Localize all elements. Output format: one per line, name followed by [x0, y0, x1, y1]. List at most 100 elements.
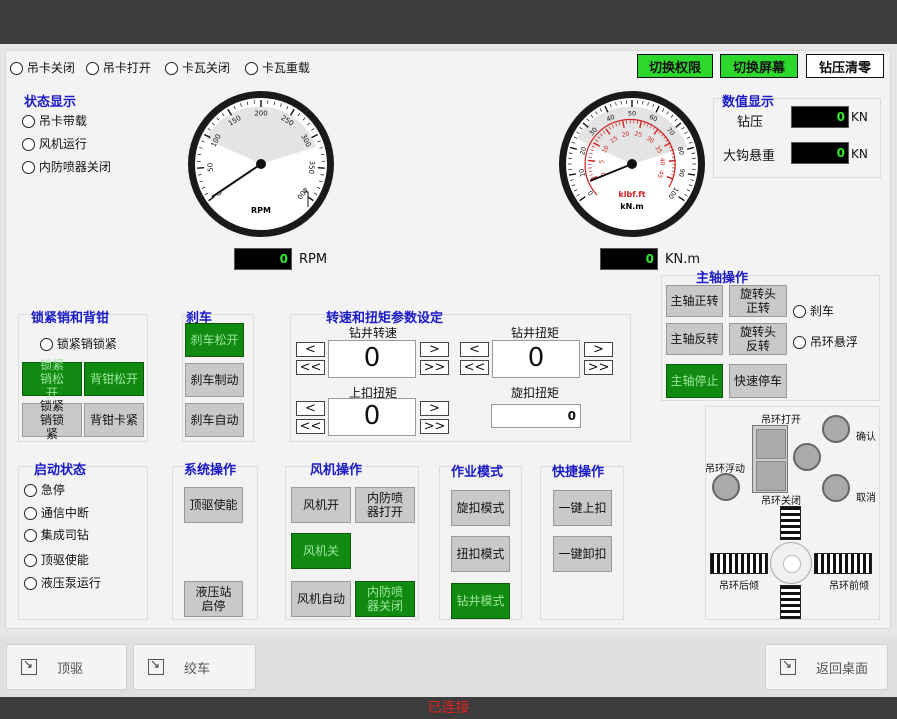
joystick-left-bar[interactable] — [710, 553, 768, 574]
numeric-display-title: 数值显示 — [722, 95, 775, 110]
torque-dec-fast-button[interactable]: << — [460, 360, 489, 375]
torque-unit-klbf: klbf.ft — [618, 190, 645, 199]
torque-inc-button[interactable]: > — [584, 342, 613, 357]
spindle-reverse-button[interactable]: 主轴反转 — [666, 323, 723, 355]
window-icon — [21, 657, 37, 675]
ring-forward-label: 吊环前倾 — [829, 581, 869, 592]
work-mode-title: 作业模式 — [451, 465, 504, 480]
fan-off-button[interactable]: 风机关 — [291, 533, 351, 569]
center-button[interactable] — [793, 443, 821, 471]
joystick[interactable] — [770, 542, 812, 584]
spin-mode-button[interactable]: 旋扣模式 — [451, 490, 510, 526]
radio-icon — [793, 336, 806, 349]
joystick-down-bar[interactable] — [780, 585, 801, 619]
start-status-item: 液压泵运行 — [24, 574, 101, 591]
makeup-dec-button[interactable]: < — [296, 401, 325, 416]
cancel-button[interactable] — [822, 474, 850, 502]
fan-on-button[interactable]: 风机开 — [291, 487, 351, 523]
ibop-close-button[interactable]: 内防喷器关闭 — [355, 581, 415, 617]
indicator-icon — [24, 577, 37, 590]
radio-hook-close[interactable]: 吊卡关闭 — [10, 59, 75, 76]
backup-clamp-button[interactable]: 背钳卡紧 — [84, 403, 144, 437]
status-label: 内防喷器关闭 — [38, 160, 111, 174]
joystick-right-bar[interactable] — [814, 553, 872, 574]
rpm-readout: 0 — [234, 248, 292, 270]
wob-zero-button[interactable]: 钻压清零 — [806, 54, 884, 78]
lockpin-radio[interactable]: 锁紧销锁紧 — [40, 335, 117, 352]
status-label: 吊卡带载 — [38, 114, 87, 128]
nav-label: 绞车 — [184, 661, 211, 677]
radio-slip-close[interactable]: 卡瓦关闭 — [165, 59, 230, 76]
spin-value[interactable]: 0 — [491, 404, 581, 428]
start-status-item: 通信中断 — [24, 504, 89, 521]
brake-apply-button[interactable]: 刹车制动 — [185, 363, 244, 397]
speed-value[interactable]: 0 — [328, 340, 416, 378]
hydraulic-station-button[interactable]: 液压站启停 — [184, 581, 243, 617]
radio-slip-load[interactable]: 卡瓦重载 — [245, 59, 310, 76]
nav-winch-button[interactable]: 绞车 — [133, 644, 256, 690]
nav-desktop-button[interactable]: 返回桌面 — [765, 644, 888, 690]
torque-label: 钻井扭矩 — [511, 326, 560, 340]
ring-float-button[interactable] — [712, 473, 740, 501]
status-label: 集成司钻 — [40, 528, 89, 542]
head-forward-button[interactable]: 旋转头正转 — [729, 285, 787, 317]
start-status-item: 集成司钻 — [24, 526, 89, 543]
lockpin-release-button[interactable]: 锁紧销松开 — [22, 358, 82, 400]
torque-inner-tick-label: 5 — [598, 159, 605, 164]
ibop-open-button[interactable]: 内防喷器打开 — [355, 487, 415, 523]
speed-dec-button[interactable]: < — [296, 342, 325, 357]
connection-status: 已连接 — [0, 697, 897, 719]
lockpin-lock-button[interactable]: 锁紧销锁紧 — [22, 399, 82, 441]
start-status-item: 顶驱使能 — [24, 551, 89, 568]
nav-topdrive-button[interactable]: 顶驱 — [6, 644, 127, 690]
spindle-forward-button[interactable]: 主轴正转 — [666, 285, 723, 317]
head-reverse-button[interactable]: 旋转头反转 — [729, 323, 787, 355]
one-key-breakout-button[interactable]: 一键卸扣 — [553, 536, 612, 572]
radio-label: 吊环悬浮 — [809, 335, 858, 349]
torque-readout: 0 — [600, 248, 658, 270]
drill-mode-button[interactable]: 钻井模式 — [451, 583, 510, 619]
makeup-inc-button[interactable]: > — [420, 401, 449, 416]
torque-inc-fast-button[interactable]: >> — [584, 360, 613, 375]
torque-tick-label: 50 — [628, 110, 636, 118]
speed-dec-fast-button[interactable]: << — [296, 360, 325, 375]
radio-icon — [40, 338, 53, 351]
speed-label: 钻井转速 — [349, 326, 398, 340]
backup-release-button[interactable]: 背钳松开 — [84, 362, 144, 396]
torque-value[interactable]: 0 — [492, 340, 580, 378]
switch-screen-button[interactable]: 切换屏幕 — [720, 54, 798, 78]
fan-auto-button[interactable]: 风机自动 — [291, 581, 351, 617]
rpm-tick-label: 350 — [307, 160, 316, 174]
torque-readout-unit: KN.m — [665, 252, 701, 267]
ring-selector[interactable] — [752, 425, 788, 493]
brake-release-button[interactable]: 刹车松开 — [185, 323, 244, 357]
torque-gauge: 010203040 50 6070809010005101520 2530354045… — [559, 91, 705, 237]
speed-inc-button[interactable]: > — [420, 342, 449, 357]
td-enable-button[interactable]: 顶驱使能 — [184, 487, 243, 523]
ring-float-radio[interactable]: 吊环悬浮 — [793, 333, 858, 350]
wob-label: 钻压 — [737, 115, 764, 130]
brake-auto-button[interactable]: 刹车自动 — [185, 403, 244, 437]
confirm-button[interactable] — [822, 415, 850, 443]
radio-icon — [10, 62, 23, 75]
ring-back-label: 吊环后倾 — [719, 581, 759, 592]
makeup-inc-fast-button[interactable]: >> — [420, 419, 449, 434]
one-key-makeup-button[interactable]: 一键上扣 — [553, 490, 612, 526]
system-ops-title: 系统操作 — [184, 463, 237, 478]
status-label: 风机运行 — [38, 137, 87, 151]
makeup-dec-fast-button[interactable]: << — [296, 419, 325, 434]
radio-icon — [245, 62, 258, 75]
torque-dec-button[interactable]: < — [460, 342, 489, 357]
radio-hook-open[interactable]: 吊卡打开 — [86, 59, 151, 76]
torque-mode-button[interactable]: 扭扣模式 — [451, 536, 510, 572]
status-label: 通信中断 — [40, 506, 89, 520]
switch-permission-button[interactable]: 切换权限 — [637, 54, 713, 78]
speed-inc-fast-button[interactable]: >> — [420, 360, 449, 375]
makeup-value[interactable]: 0 — [328, 398, 416, 436]
rpm-gauge: 050100150200250300350400 RPM — [188, 91, 334, 237]
brake-radio[interactable]: 刹车 — [793, 302, 834, 319]
quick-stop-button[interactable]: 快速停车 — [729, 364, 787, 398]
spindle-stop-button[interactable]: 主轴停止 — [666, 364, 723, 398]
joystick-up-bar[interactable] — [780, 506, 801, 540]
radio-label: 锁紧销锁紧 — [56, 337, 117, 351]
